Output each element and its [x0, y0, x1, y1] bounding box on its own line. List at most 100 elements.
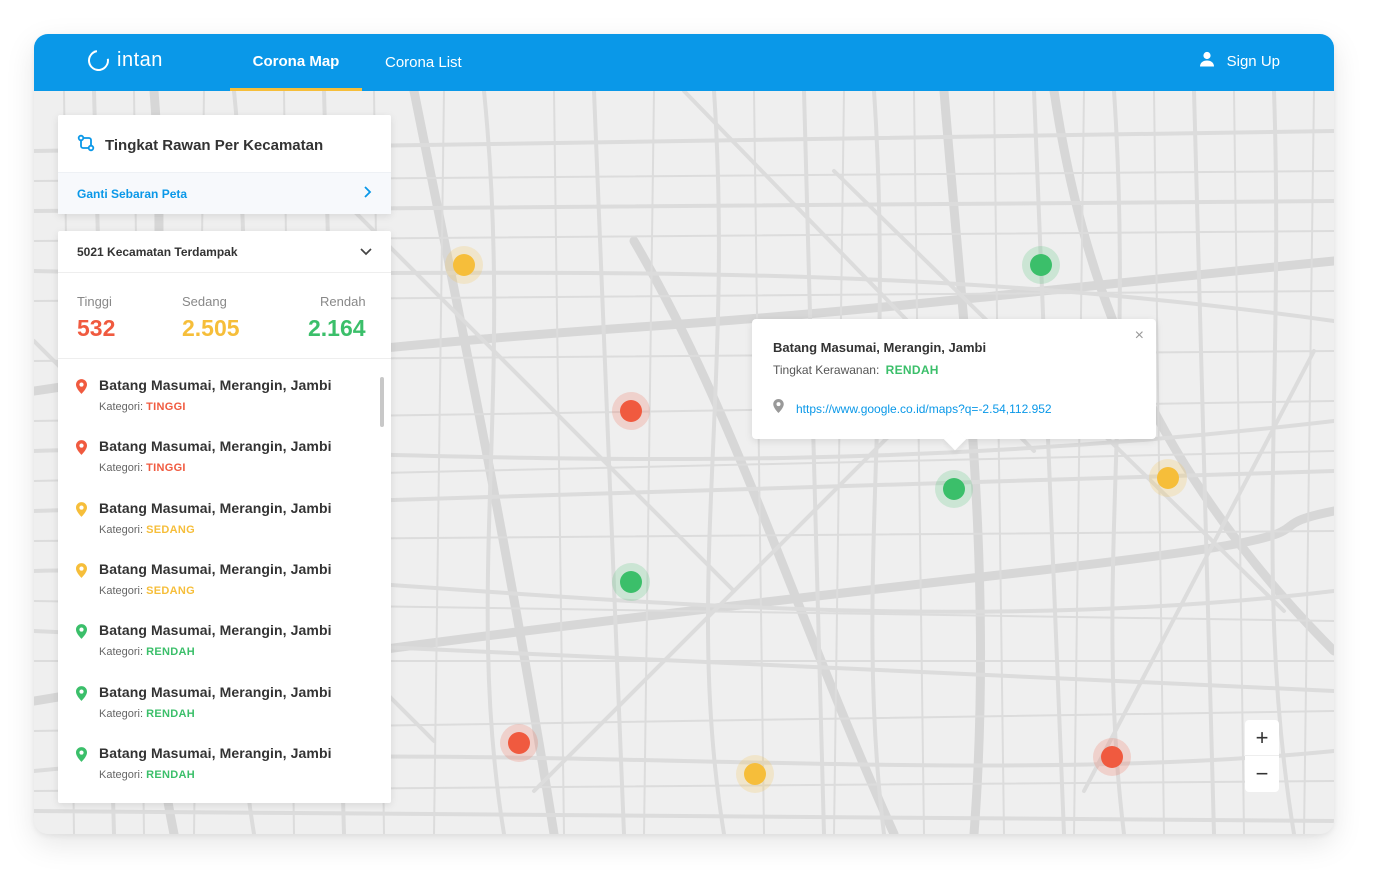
list-item-category: Kategori: TINGGI: [99, 401, 332, 413]
list-item-title: Batang Masumai, Merangin, Jambi: [99, 377, 332, 393]
list-item-category: Kategori: TINGGI: [99, 462, 332, 474]
list-item[interactable]: Batang Masumai, Merangin, Jambi Kategori…: [76, 561, 332, 597]
map-marker[interactable]: [935, 470, 973, 508]
popup-title: Batang Masumai, Merangin, Jambi: [773, 340, 987, 355]
map-marker[interactable]: [500, 724, 538, 762]
map-marker[interactable]: [736, 755, 774, 793]
location-pin-icon: [76, 685, 87, 720]
popup-level-label: Tingkat Kerawanan:: [773, 363, 880, 377]
chevron-right-icon: [362, 185, 372, 203]
switch-map-label: Ganti Sebaran Peta: [77, 186, 188, 201]
top-nav-bar: intan Corona Map Corona List Sign Up: [34, 34, 1334, 91]
category-value: RENDAH: [146, 646, 195, 659]
category-prefix: Kategori:: [99, 401, 147, 413]
switch-map-link[interactable]: Ganti Sebaran Peta: [58, 172, 391, 214]
list-item-title: Batang Masumai, Merangin, Jambi: [99, 744, 332, 761]
popup-close-button[interactable]: ×: [1135, 327, 1144, 345]
marker-dot: [1157, 467, 1179, 489]
stat-rendah: Rendah 2.164: [308, 294, 366, 342]
map-marker[interactable]: [1022, 246, 1060, 284]
list-item-category: Kategori: SEDANG: [99, 585, 332, 597]
tab-corona-map[interactable]: Corona Map: [230, 34, 362, 91]
map-marker[interactable]: [445, 246, 483, 284]
stat-label: Tinggi: [77, 294, 112, 309]
popup-level: Tingkat Kerawanan: RENDAH: [773, 363, 939, 377]
stat-value: 2.164: [308, 315, 366, 341]
app-window: + − Batang Masumai, Merangin, Jambi × Ti…: [34, 34, 1334, 834]
location-pin-icon: [76, 379, 87, 413]
category-value: RENDAH: [146, 707, 195, 720]
category-value: TINGGI: [146, 401, 186, 413]
list-item-title: Batang Masumai, Merangin, Jambi: [99, 560, 332, 577]
zoom-in-button[interactable]: +: [1245, 720, 1279, 756]
tab-corona-list[interactable]: Corona List: [385, 34, 462, 91]
affected-dropdown[interactable]: 5021 Kecamatan Terdampak: [58, 231, 391, 273]
popup-map-link[interactable]: https://www.google.co.id/maps?q=-2.54,11…: [796, 402, 1052, 416]
list-item[interactable]: Batang Masumai, Merangin, Jambi Kategori…: [76, 745, 332, 781]
location-list[interactable]: Batang Masumai, Merangin, Jambi Kategori…: [58, 359, 391, 803]
stats-row: Tinggi 532 Sedang 2.505 Rendah 2.164: [58, 273, 391, 359]
marker-dot: [620, 571, 642, 593]
logo[interactable]: intan: [83, 45, 163, 76]
sign-up-button[interactable]: Sign Up: [1199, 51, 1280, 71]
panel-list-card: 5021 Kecamatan Terdampak Tinggi 532 Seda…: [58, 231, 391, 803]
list-item-title: Batang Masumai, Merangin, Jambi: [99, 499, 332, 516]
map-marker[interactable]: [1093, 738, 1131, 776]
chevron-down-icon: [360, 243, 372, 261]
category-prefix: Kategori:: [99, 584, 147, 597]
list-item-title: Batang Masumai, Merangin, Jambi: [99, 622, 332, 639]
stat-label: Sedang: [182, 294, 227, 309]
map-canvas[interactable]: + − Batang Masumai, Merangin, Jambi × Ti…: [34, 91, 1334, 834]
zoom-out-button[interactable]: −: [1245, 756, 1279, 792]
map-marker[interactable]: [1149, 459, 1187, 497]
marker-dot: [620, 400, 642, 422]
list-item[interactable]: Batang Masumai, Merangin, Jambi Kategori…: [76, 684, 332, 720]
list-item-category: Kategori: RENDAH: [99, 708, 332, 720]
list-item-category: Kategori: RENDAH: [99, 646, 332, 658]
marker-dot: [943, 478, 965, 500]
category-prefix: Kategori:: [99, 768, 147, 781]
stat-value: 2.505: [182, 315, 240, 341]
logo-text: intan: [117, 49, 163, 71]
list-scrollbar[interactable]: [380, 377, 384, 427]
category-value: TINGGI: [146, 462, 186, 475]
marker-dot: [744, 763, 766, 785]
list-item[interactable]: Batang Masumai, Merangin, Jambi Kategori…: [76, 377, 332, 413]
panel-header-card: Tingkat Rawan Per Kecamatan Ganti Sebara…: [58, 115, 391, 214]
list-item[interactable]: Batang Masumai, Merangin, Jambi Kategori…: [76, 622, 332, 658]
user-icon: [1199, 51, 1215, 71]
marker-dot: [1030, 254, 1052, 276]
category-value: SEDANG: [146, 584, 195, 597]
list-item-title: Batang Masumai, Merangin, Jambi: [99, 438, 332, 455]
marker-dot: [453, 254, 475, 276]
category-prefix: Kategori:: [99, 707, 147, 720]
category-prefix: Kategori:: [99, 523, 147, 536]
location-pin-icon: [76, 624, 87, 658]
affected-dropdown-label: 5021 Kecamatan Terdampak: [77, 244, 238, 259]
list-item[interactable]: Batang Masumai, Merangin, Jambi Kategori…: [76, 438, 332, 474]
panel-title: Tingkat Rawan Per Kecamatan: [105, 137, 324, 154]
list-item-category: Kategori: RENDAH: [99, 769, 332, 781]
list-item[interactable]: Batang Masumai, Merangin, Jambi Kategori…: [76, 500, 332, 536]
stat-sedang: Sedang 2.505: [182, 294, 240, 342]
list-item-title: Batang Masumai, Merangin, Jambi: [99, 683, 332, 700]
category-value: SEDANG: [146, 523, 195, 536]
stat-value: 532: [77, 315, 116, 341]
map-marker[interactable]: [612, 392, 650, 430]
location-pin-icon: [76, 746, 87, 781]
marker-dot: [1101, 746, 1123, 768]
popup-level-value: RENDAH: [885, 363, 939, 377]
stat-tinggi: Tinggi 532: [77, 294, 115, 342]
route-icon: [77, 134, 95, 157]
sign-up-label: Sign Up: [1226, 52, 1280, 70]
stat-label: Rendah: [320, 294, 366, 309]
category-value: RENDAH: [146, 768, 195, 781]
location-pin-icon: [76, 440, 87, 474]
location-pin-icon: [773, 399, 784, 418]
map-marker[interactable]: [612, 563, 650, 601]
location-pin-icon: [76, 501, 87, 536]
list-item-category: Kategori: SEDANG: [99, 524, 332, 536]
category-prefix: Kategori:: [99, 646, 147, 659]
logo-ring-icon: [83, 45, 114, 76]
location-pin-icon: [76, 563, 87, 597]
